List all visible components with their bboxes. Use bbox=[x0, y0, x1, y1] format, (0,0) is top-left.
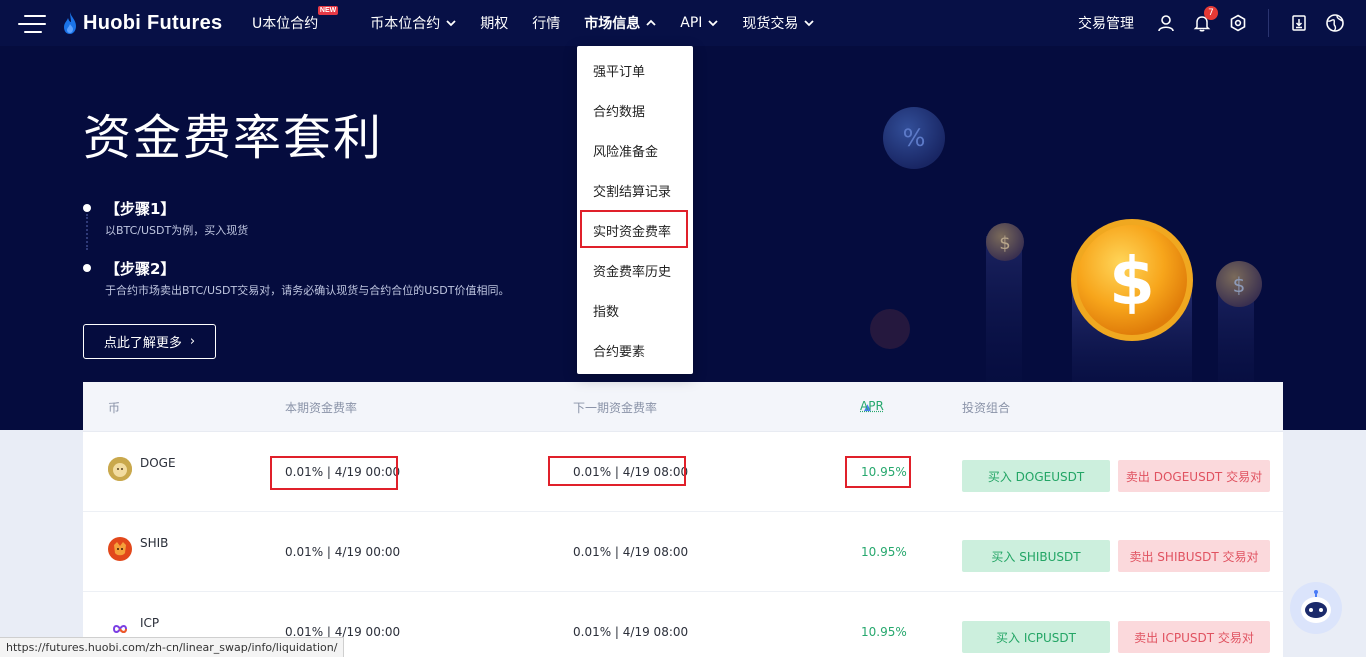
globe-icon[interactable] bbox=[1324, 12, 1346, 34]
nav-markets[interactable]: 行情 bbox=[532, 13, 560, 33]
dropdown-item-contract-data[interactable]: 合约数据 bbox=[593, 101, 645, 120]
nav-label: 行情 bbox=[532, 16, 561, 32]
nav-options[interactable]: 期权 bbox=[480, 13, 508, 33]
nav-api[interactable]: API bbox=[680, 15, 719, 31]
step-title: 【步骤1】 bbox=[105, 200, 176, 218]
step-description: 以BTC/USDT为例，买入现货 bbox=[105, 224, 249, 237]
dropdown-item-funding-rate-history[interactable]: 资金费率历史 bbox=[593, 261, 671, 280]
nav-market-info[interactable]: 市场信息 bbox=[584, 13, 656, 33]
coin-name: DOGE bbox=[140, 456, 176, 470]
notification-count-badge: 7 bbox=[1204, 6, 1218, 20]
apr-value: 10.95% bbox=[861, 625, 907, 639]
highlight-box bbox=[548, 456, 686, 486]
dropdown-item-insurance-fund[interactable]: 风险准备金 bbox=[593, 141, 658, 160]
huobi-flame-icon bbox=[64, 12, 76, 34]
chevron-down-icon bbox=[446, 20, 456, 27]
table-row: DOGE 0.01% | 4/19 00:00 0.01% | 4/19 08:… bbox=[83, 432, 1283, 512]
column-header-current-rate: 本期资金费率 bbox=[285, 401, 358, 415]
column-header-next-rate: 下一期资金费率 bbox=[573, 401, 658, 415]
highlight-box bbox=[270, 456, 398, 490]
sell-shib-button[interactable]: 卖出 SHIBUSDT 交易对 bbox=[1118, 540, 1270, 572]
buy-doge-button[interactable]: 买入 DOGEUSDT bbox=[962, 460, 1110, 492]
nav-spot-trading[interactable]: 现货交易 bbox=[742, 13, 815, 33]
menu-icon[interactable] bbox=[18, 15, 46, 33]
browser-status-url: https://futures.huobi.com/zh-cn/linear_s… bbox=[0, 637, 345, 657]
download-icon[interactable] bbox=[1288, 12, 1310, 34]
nav-label: 币本位合约 bbox=[370, 16, 441, 32]
right-nav: 交易管理 7 bbox=[1078, 0, 1366, 46]
highlight-box bbox=[845, 456, 911, 488]
chevron-down-icon bbox=[708, 20, 719, 27]
learn-more-label: 点此了解更多 bbox=[103, 336, 182, 351]
step-description: 于合约市场卖出BTC/USDT交易对，请务必确认现货与合约合位的USDT价值相同… bbox=[105, 284, 510, 297]
next-rate: 0.01% | 4/19 08:00 bbox=[573, 545, 689, 559]
table-row: SHIB 0.01% | 4/19 00:00 0.01% | 4/19 08:… bbox=[83, 512, 1283, 592]
trade-management-link[interactable]: 交易管理 bbox=[1078, 13, 1134, 33]
step-bullet bbox=[83, 264, 91, 272]
apr-header-label: APR bbox=[860, 399, 884, 413]
dropdown-item-contract-specs[interactable]: 合约要素 bbox=[593, 341, 645, 360]
user-icon[interactable] bbox=[1155, 12, 1177, 34]
buy-shib-button[interactable]: 买入 SHIBUSDT bbox=[962, 540, 1110, 572]
top-navbar: Huobi Futures U本位合约 NEW 币本位合约 期权 行情 市场信息… bbox=[0, 0, 1366, 46]
funding-rate-table: 币 本期资金费率 下一期资金费率 APR ▲ 投资组合 DOGE 0.01% | … bbox=[83, 382, 1283, 657]
step-bullet bbox=[83, 204, 91, 212]
sell-icp-button[interactable]: 卖出 ICPUSDT 交易对 bbox=[1118, 621, 1270, 653]
coin-cell: SHIB bbox=[108, 536, 169, 561]
chevron-down-icon bbox=[804, 20, 815, 27]
sell-doge-button[interactable]: 卖出 DOGEUSDT 交易对 bbox=[1118, 460, 1270, 492]
learn-more-button[interactable]: 点此了解更多 › bbox=[83, 324, 216, 359]
column-header-portfolio: 投资组合 bbox=[962, 401, 1011, 415]
svg-text:$: $ bbox=[999, 233, 1010, 254]
new-badge: NEW bbox=[317, 6, 339, 15]
nav-coin-margined[interactable]: 币本位合约 bbox=[370, 13, 456, 33]
settings-hex-icon[interactable] bbox=[1227, 12, 1249, 34]
nav-label: 现货交易 bbox=[742, 16, 799, 32]
current-rate: 0.01% | 4/19 00:00 bbox=[285, 545, 401, 559]
dropdown-item-liquidation-orders[interactable]: 强平订单 bbox=[593, 61, 645, 80]
main-nav: U本位合约 NEW 币本位合约 期权 行情 市场信息 API 现货交易 bbox=[252, 0, 838, 46]
dropdown-item-settlement-records[interactable]: 交割结算记录 bbox=[593, 181, 671, 200]
coin-cell: DOGE bbox=[108, 456, 176, 481]
apr-value: 10.95% bbox=[861, 545, 907, 559]
doge-coin-icon bbox=[108, 457, 132, 481]
huobi-futures-logo[interactable]: Huobi Futures bbox=[62, 10, 222, 36]
buy-icp-button[interactable]: 买入 ICPUSDT bbox=[962, 621, 1110, 653]
chevron-right-icon: › bbox=[189, 334, 196, 349]
coin-name: SHIB bbox=[140, 536, 169, 550]
dropdown-item-index[interactable]: 指数 bbox=[593, 301, 619, 320]
shib-coin-icon bbox=[108, 537, 132, 561]
svg-text:$: $ bbox=[1233, 273, 1246, 297]
coin-name: ICP bbox=[140, 616, 160, 630]
table-header: 币 本期资金费率 下一期资金费率 APR ▲ 投资组合 bbox=[83, 382, 1283, 432]
column-header-apr[interactable]: APR ▲ bbox=[860, 399, 884, 413]
next-rate: 0.01% | 4/19 08:00 bbox=[573, 625, 689, 639]
nav-label: 市场信息 bbox=[584, 16, 641, 32]
hero-title: 资金费率套利 bbox=[83, 110, 384, 166]
chevron-up-icon bbox=[646, 19, 656, 26]
column-header-coin: 币 bbox=[108, 401, 121, 415]
nav-label: U本位合约 bbox=[252, 16, 319, 32]
nav-u-margined[interactable]: U本位合约 NEW bbox=[252, 6, 339, 33]
coin-illustration: % $ $ $ bbox=[870, 107, 1262, 430]
nav-label: API bbox=[680, 15, 703, 31]
step-title: 【步骤2】 bbox=[105, 260, 176, 278]
nav-label: 期权 bbox=[480, 16, 509, 32]
svg-text:%: % bbox=[903, 124, 926, 152]
bell-icon[interactable]: 7 bbox=[1191, 6, 1218, 34]
support-chat-robot-icon[interactable] bbox=[1290, 582, 1342, 634]
step-connector bbox=[86, 214, 88, 250]
svg-text:$: $ bbox=[1109, 243, 1155, 320]
logo-text: Huobi Futures bbox=[83, 11, 223, 34]
highlight-box bbox=[580, 210, 688, 248]
divider bbox=[1268, 9, 1269, 37]
market-info-dropdown: 强平订单 合约数据 风险准备金 交割结算记录 实时资金费率 资金费率历史 指数 … bbox=[577, 46, 693, 374]
